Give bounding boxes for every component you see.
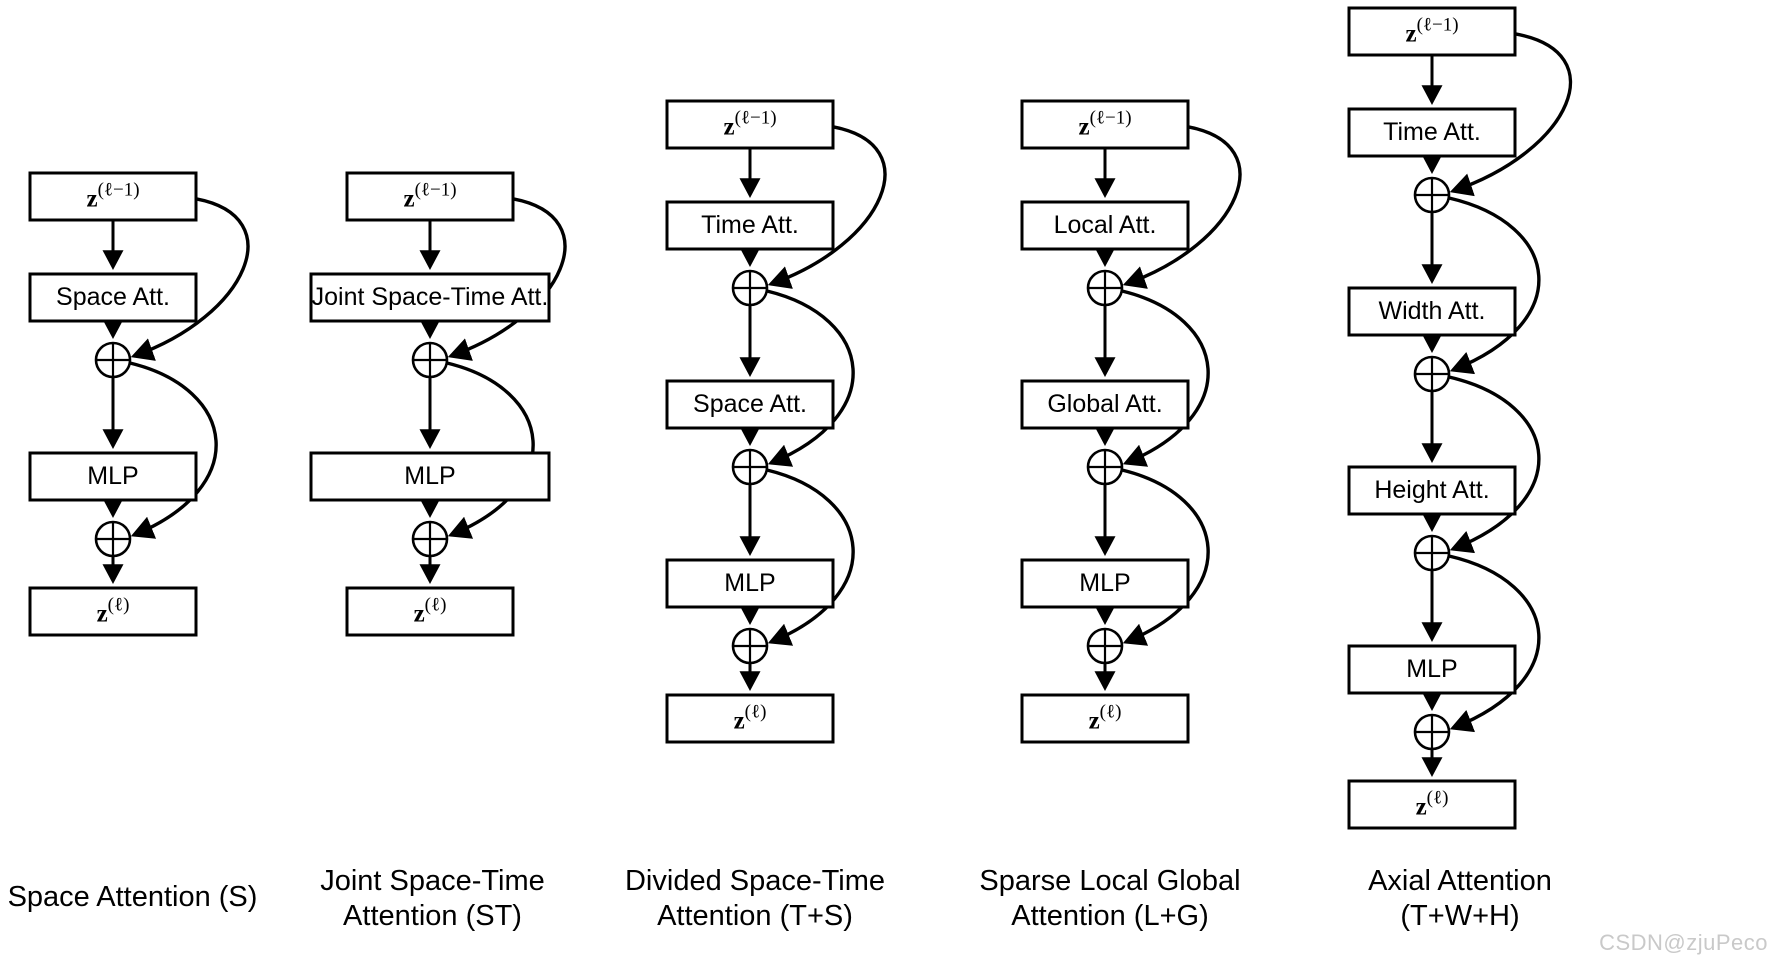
- column-space-attention: z(ℓ−1)Space Att.MLPz(ℓ): [28, 171, 250, 637]
- attention-variants-diagram: z(ℓ−1) Space Att. MLP z(ℓ) z(ℓ−1) Joint Space…: [0, 0, 1778, 962]
- operation-box-label: MLP: [1079, 569, 1130, 597]
- skip-connection-curve: [766, 289, 855, 467]
- operation-box-label: MLP: [87, 462, 138, 490]
- operation-box-label: Space Att.: [693, 390, 807, 418]
- skip-connection-curve: [1448, 375, 1541, 554]
- operation-box-label: Width Att.: [1379, 297, 1486, 325]
- column-divided-space-time-attention: z(ℓ−1)Time Att.Space Att.MLPz(ℓ): [665, 99, 887, 744]
- skip-connection-curve: [1121, 468, 1210, 646]
- skip-connection-curve: [1121, 289, 1210, 467]
- skip-connection-curve: [1448, 554, 1541, 733]
- operation-box-label: MLP: [1406, 655, 1457, 683]
- operation-box-label: Global Att.: [1047, 390, 1162, 418]
- column-axial-attention: z(ℓ−1)Time Att.Width Att.Height Att.MLPz…: [1347, 6, 1573, 830]
- operation-box-label: Local Att.: [1054, 211, 1157, 239]
- caption-joint-space-time-attention: Joint Space-Time Attention (ST): [320, 865, 545, 933]
- caption-divided-space-time-attention: Divided Space-Time Attention (T+S): [624, 865, 886, 933]
- skip-connection-curve: [766, 468, 855, 646]
- flow-diagram-canvas: z(ℓ−1)Space Att.MLPz(ℓ)z(ℓ−1)Joint Space…: [28, 6, 1573, 830]
- skip-connection-curve: [1448, 196, 1541, 375]
- operation-box-label: Time Att.: [1383, 118, 1481, 146]
- caption-space-attention: Space Attention (S): [7, 881, 258, 913]
- operation-box-label: Time Att.: [701, 211, 799, 239]
- operation-box-label: MLP: [724, 569, 775, 597]
- caption-axial-attention: Axial Attention (T+W+H): [1368, 865, 1552, 933]
- operation-box-label: Joint Space-Time Att.: [312, 283, 549, 311]
- operation-box-label: Height Att.: [1374, 476, 1489, 504]
- operation-box-label: Space Att.: [56, 283, 170, 311]
- column-sparse-local-global-attention: z(ℓ−1)Local Att.Global Att.MLPz(ℓ): [1020, 99, 1242, 744]
- operation-box-label: MLP: [404, 462, 455, 490]
- caption-sparse-local-global-attention: Sparse Local Global Attention (L+G): [979, 865, 1241, 933]
- skip-connection-curve: [446, 361, 535, 539]
- skip-connection-curve: [129, 361, 218, 539]
- column-joint-space-time-attention: z(ℓ−1)Joint Space-Time Att.MLPz(ℓ): [309, 171, 567, 637]
